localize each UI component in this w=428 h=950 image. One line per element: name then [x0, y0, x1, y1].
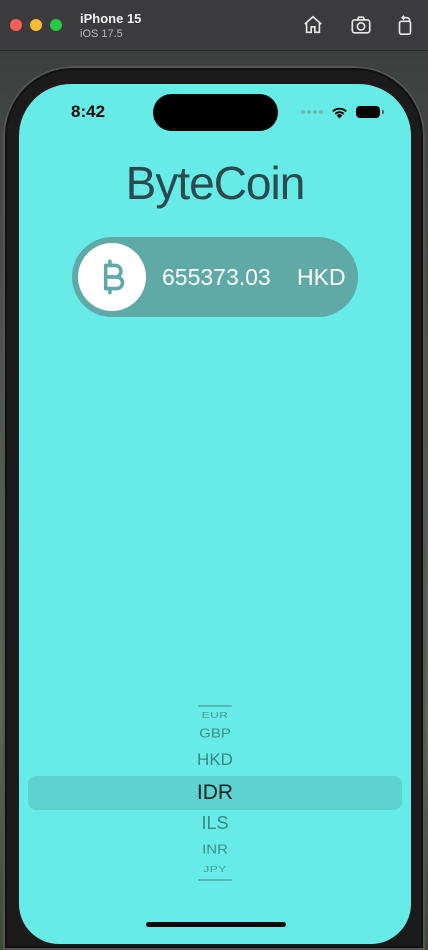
wifi-icon: [332, 107, 347, 118]
os-version: iOS 17.5: [80, 28, 123, 40]
bitcoin-rate-value: 655373.03: [162, 264, 271, 290]
screenshot-button[interactable]: [348, 12, 374, 38]
minimize-window-button[interactable]: [30, 19, 42, 31]
zoom-window-button[interactable]: [50, 19, 62, 31]
camera-icon: [351, 16, 371, 34]
picker-item-faded[interactable]: [19, 704, 411, 708]
status-icons: [301, 104, 384, 120]
picker-item[interactable]: GBP: [19, 726, 411, 741]
dynamic-island: [153, 94, 278, 131]
app-title: ByteCoin: [125, 157, 306, 209]
status-time: 8:42: [71, 102, 106, 121]
picker-item-faded[interactable]: [19, 878, 411, 882]
bitcoin-icon: [103, 259, 125, 295]
rate-display: 655373.03 HKD: [72, 237, 358, 317]
picker-item[interactable]: EUR: [19, 710, 411, 720]
coin-badge: [78, 243, 146, 311]
picker-item[interactable]: INR: [19, 842, 411, 857]
picker-item-selected[interactable]: IDR: [19, 781, 411, 805]
currency-label: HKD: [297, 264, 346, 290]
battery-icon: [356, 106, 384, 118]
rotate-button[interactable]: [392, 12, 418, 38]
picker-item[interactable]: ILS: [19, 813, 411, 834]
app-screen: 8:42 ByteCoin 655373.03 HKD EUR GBP HKD …: [19, 84, 411, 944]
picker-item[interactable]: HKD: [19, 750, 411, 770]
device-name: iPhone 15: [80, 11, 142, 26]
simulator-title-bar: iPhone 15 iOS 17.5: [0, 0, 428, 51]
rotate-icon: [398, 15, 412, 35]
home-button[interactable]: [300, 12, 326, 38]
home-icon: [304, 15, 322, 34]
picker-item[interactable]: JPY: [19, 864, 411, 874]
home-indicator[interactable]: [146, 922, 286, 927]
close-window-button[interactable]: [10, 19, 22, 31]
cellular-dots-icon: [301, 110, 323, 114]
